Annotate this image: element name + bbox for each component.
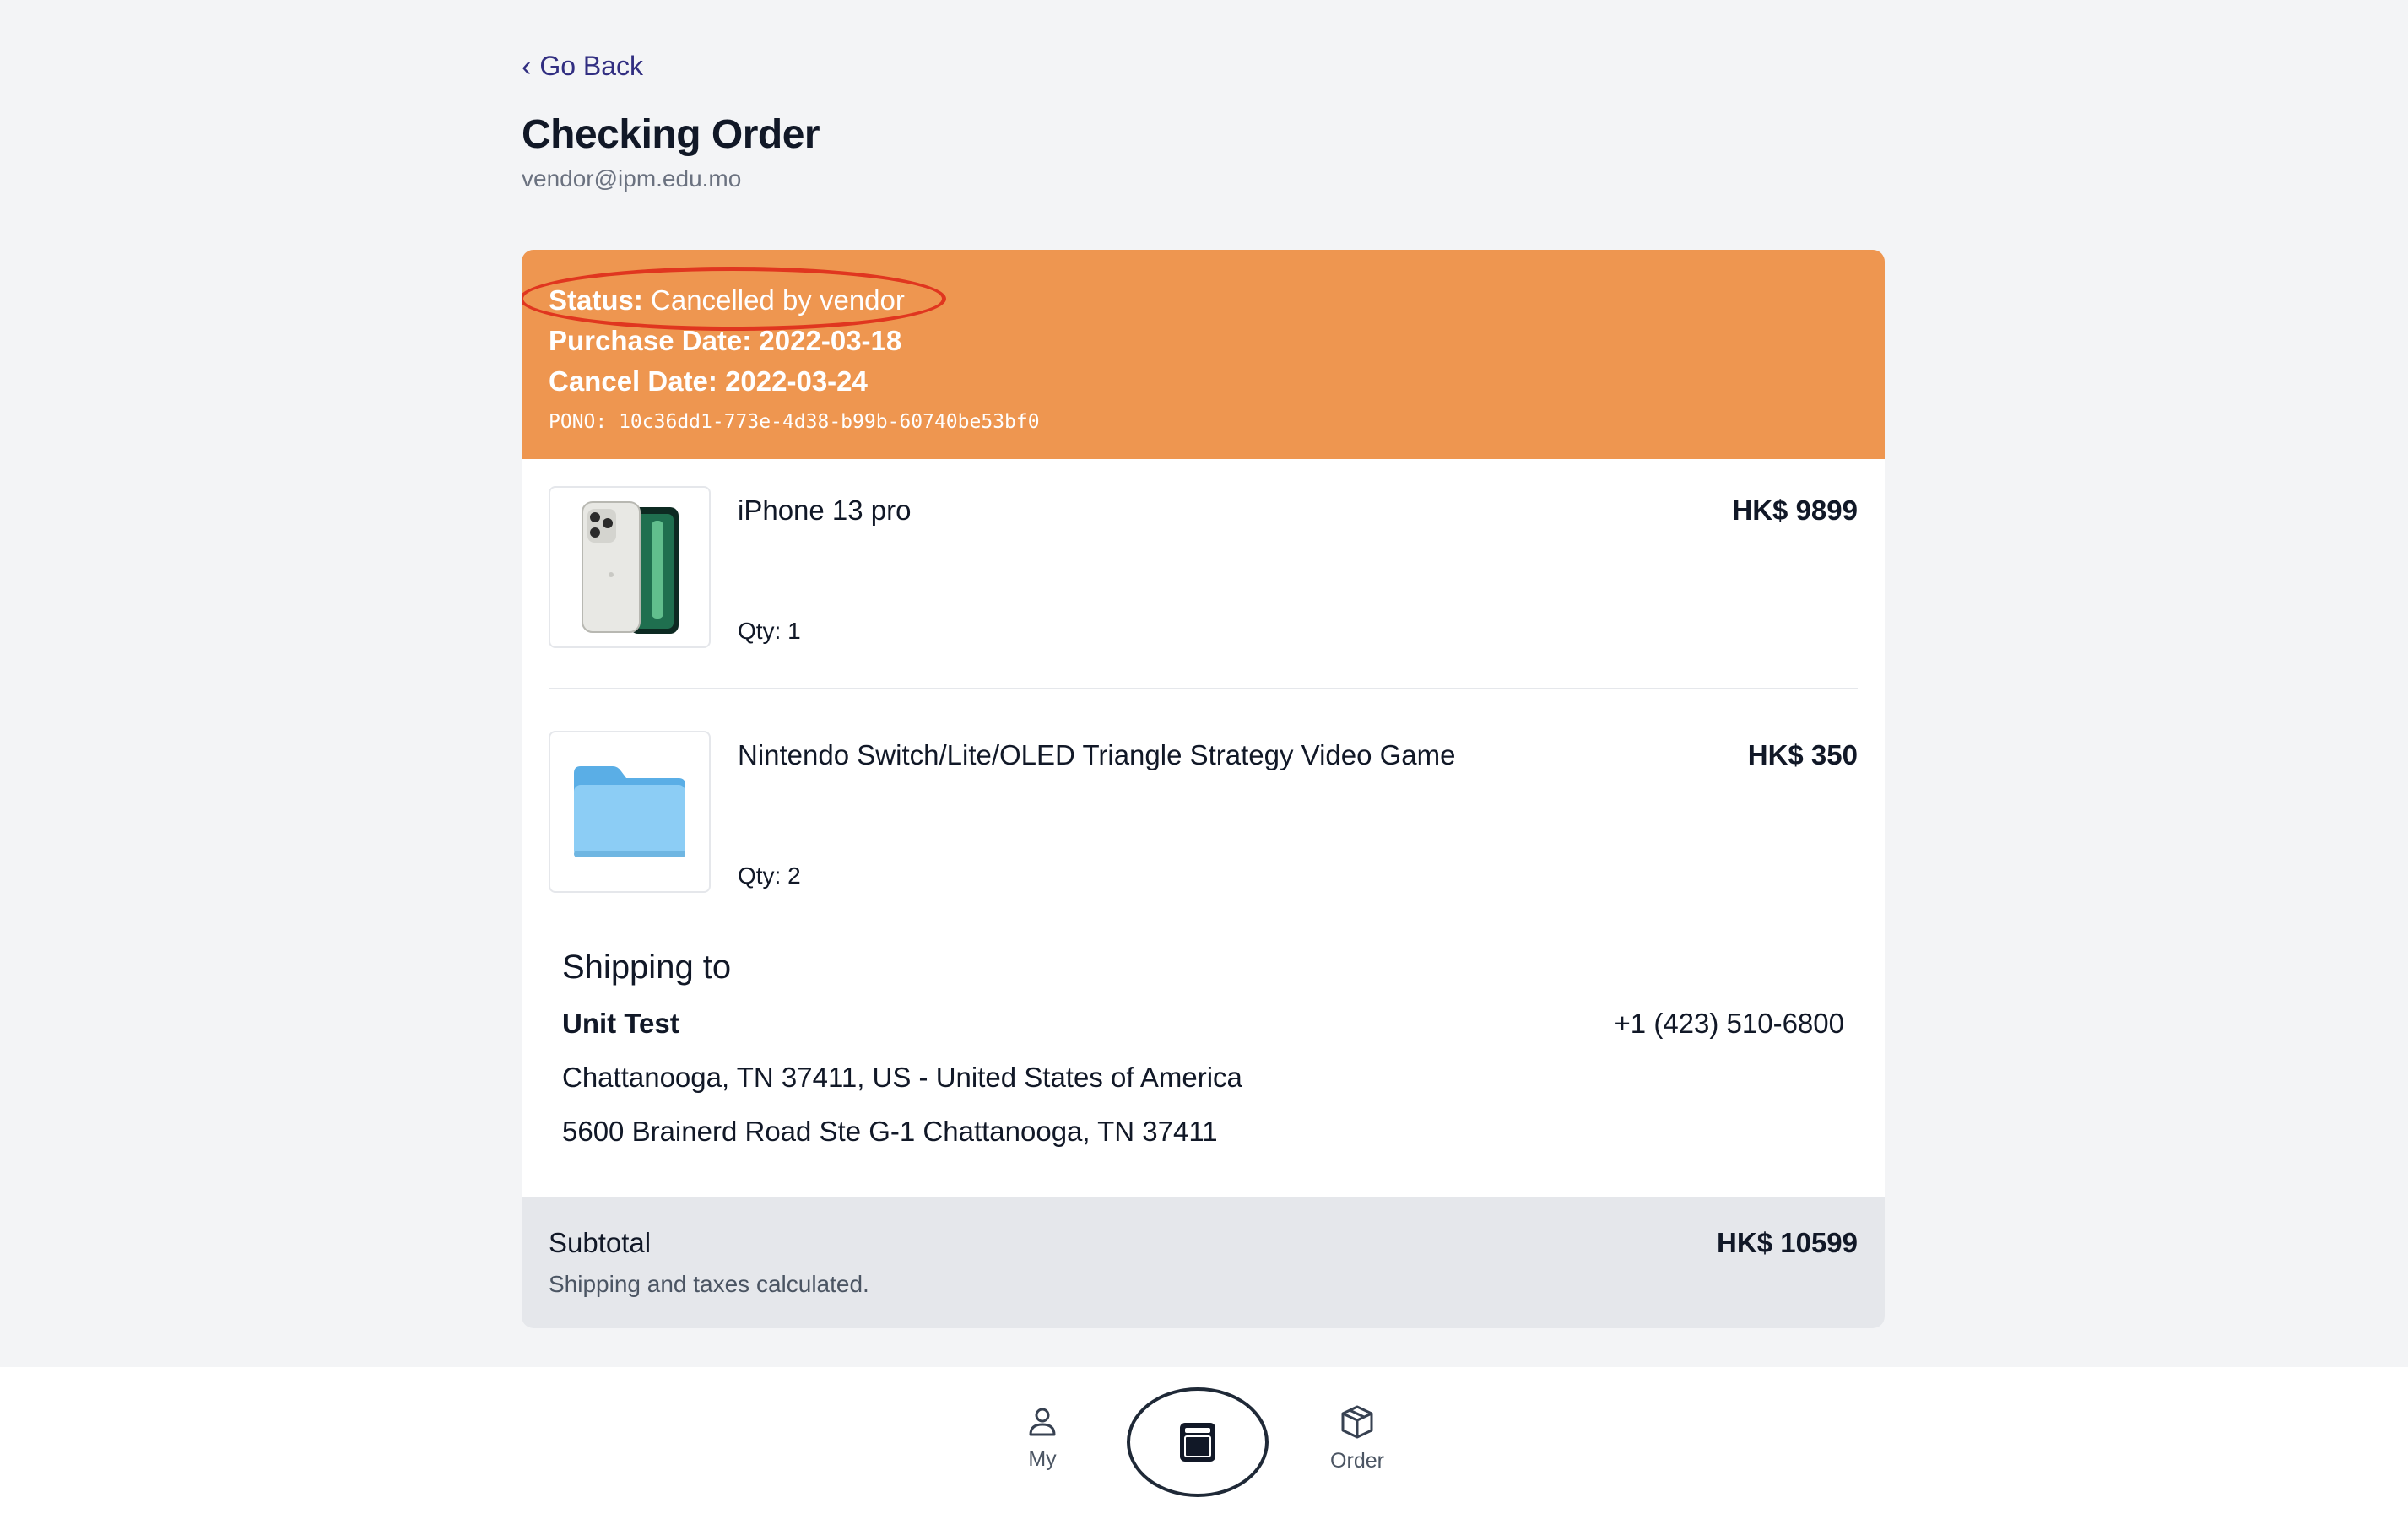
iphone-image	[582, 501, 679, 634]
shipping-section: Shipping to Unit Test +1 (423) 510-6800 …	[562, 949, 1844, 1168]
item-qty: Qty: 1	[738, 618, 801, 644]
item-name: Nintendo Switch/Lite/OLED Triangle Strat…	[738, 739, 1456, 770]
book-icon	[1180, 1423, 1215, 1462]
recipient-phone: +1 (423) 510-6800	[1614, 1008, 1844, 1039]
nav-center-button[interactable]	[1127, 1387, 1269, 1497]
cancel-date: Cancel Date: 2022-03-24	[549, 365, 868, 397]
item-divider	[549, 688, 1858, 689]
bottom-nav: My Order	[0, 1367, 2408, 1519]
box-icon	[1341, 1405, 1373, 1439]
subtotal-amount: HK$ 10599	[1717, 1227, 1858, 1258]
status-value: Cancelled by vendor	[651, 284, 905, 316]
page-title: Checking Order	[522, 112, 820, 157]
shipping-heading: Shipping to	[562, 949, 732, 986]
nav-order[interactable]: Order	[1307, 1404, 1408, 1473]
subtotal-label: Subtotal	[549, 1227, 652, 1258]
status-banner: Status: Cancelled by vendor Purchase Dat…	[522, 250, 1885, 459]
purchase-date: Purchase Date: 2022-03-18	[549, 325, 902, 356]
subtotal-section: Subtotal Shipping and taxes calculated. …	[522, 1197, 1885, 1328]
status-line: Status: Cancelled by vendor	[549, 280, 1858, 321]
product-thumbnail	[549, 486, 711, 648]
status-label: Status:	[549, 284, 643, 316]
order-item: Nintendo Switch/Lite/OLED Triangle Strat…	[549, 731, 1858, 893]
go-back-label: Go Back	[539, 51, 644, 81]
vendor-email: vendor@ipm.edu.mo	[522, 165, 742, 192]
item-price: HK$ 9899	[1732, 495, 1858, 526]
user-icon	[1029, 1408, 1056, 1436]
nav-order-label: Order	[1330, 1449, 1384, 1473]
address-line-2: 5600 Brainerd Road Ste G-1 Chattanooga, …	[562, 1116, 1218, 1147]
folder-icon	[574, 766, 685, 857]
nav-my-label: My	[1028, 1447, 1057, 1471]
order-item: iPhone 13 pro HK$ 9899 Qty: 1	[549, 486, 1858, 648]
pono-number: PONO: 10c36dd1-773e-4d38-b99b-60740be53b…	[549, 411, 1040, 433]
go-back-link[interactable]: ‹ Go Back	[522, 51, 643, 82]
product-thumbnail	[549, 731, 711, 893]
order-card: Status: Cancelled by vendor Purchase Dat…	[522, 250, 1885, 1328]
item-name: iPhone 13 pro	[738, 495, 912, 526]
chevron-left-icon: ‹	[522, 50, 532, 83]
item-price: HK$ 350	[1747, 739, 1858, 770]
nav-my[interactable]: My	[992, 1404, 1093, 1472]
address-line-1: Chattanooga, TN 37411, US - United State…	[562, 1062, 1242, 1093]
subtotal-note: Shipping and taxes calculated.	[549, 1271, 869, 1297]
item-qty: Qty: 2	[738, 862, 801, 889]
recipient-name: Unit Test	[562, 1008, 679, 1039]
